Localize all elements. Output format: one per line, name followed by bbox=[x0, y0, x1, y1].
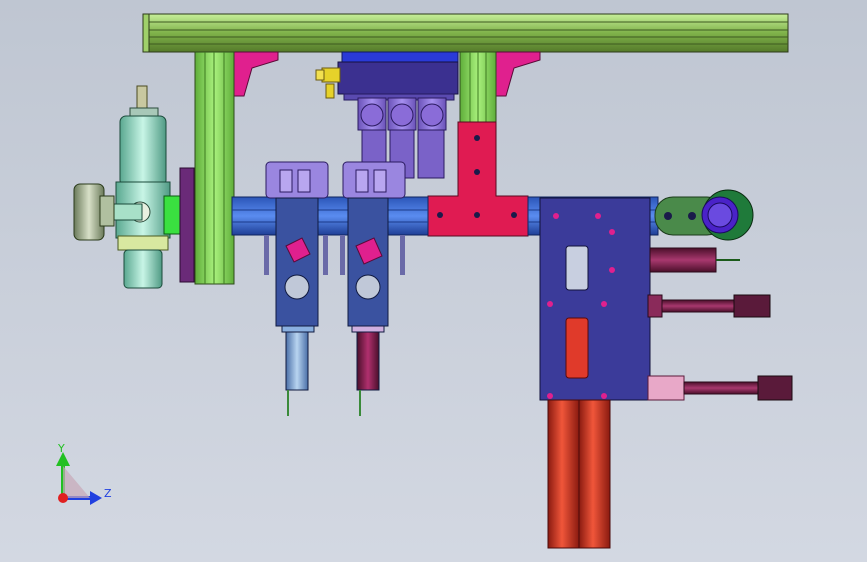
air-cylinder-upper bbox=[649, 247, 740, 273]
top-frame-beam bbox=[142, 13, 789, 53]
air-cylinder-lower bbox=[647, 375, 793, 401]
cad-viewport[interactable]: Y Z bbox=[0, 0, 867, 562]
vertical-post-right bbox=[459, 51, 497, 123]
sensor-bracket-right bbox=[342, 161, 406, 199]
air-cylinder-middle bbox=[647, 294, 771, 318]
corner-bracket-left bbox=[233, 51, 279, 97]
pressure-gauge bbox=[73, 183, 115, 241]
coordinate-triad: Y Z bbox=[56, 442, 112, 505]
triad-y-label: Y bbox=[57, 442, 65, 455]
belt-tensioner bbox=[654, 189, 754, 241]
vertical-post-left bbox=[194, 51, 235, 285]
sensor-bracket-left bbox=[265, 161, 329, 199]
x-axis-dot bbox=[58, 493, 68, 503]
dispenser-head-left bbox=[275, 197, 319, 416]
lift-cylinder bbox=[547, 399, 611, 549]
valve-manifold bbox=[315, 51, 459, 101]
corner-bracket-right bbox=[495, 51, 541, 97]
air-filter-regulator bbox=[111, 85, 171, 289]
cylinder-mount-plate bbox=[539, 197, 651, 401]
triad-z-label: Z bbox=[104, 487, 112, 500]
dispenser-head-right bbox=[347, 197, 389, 416]
